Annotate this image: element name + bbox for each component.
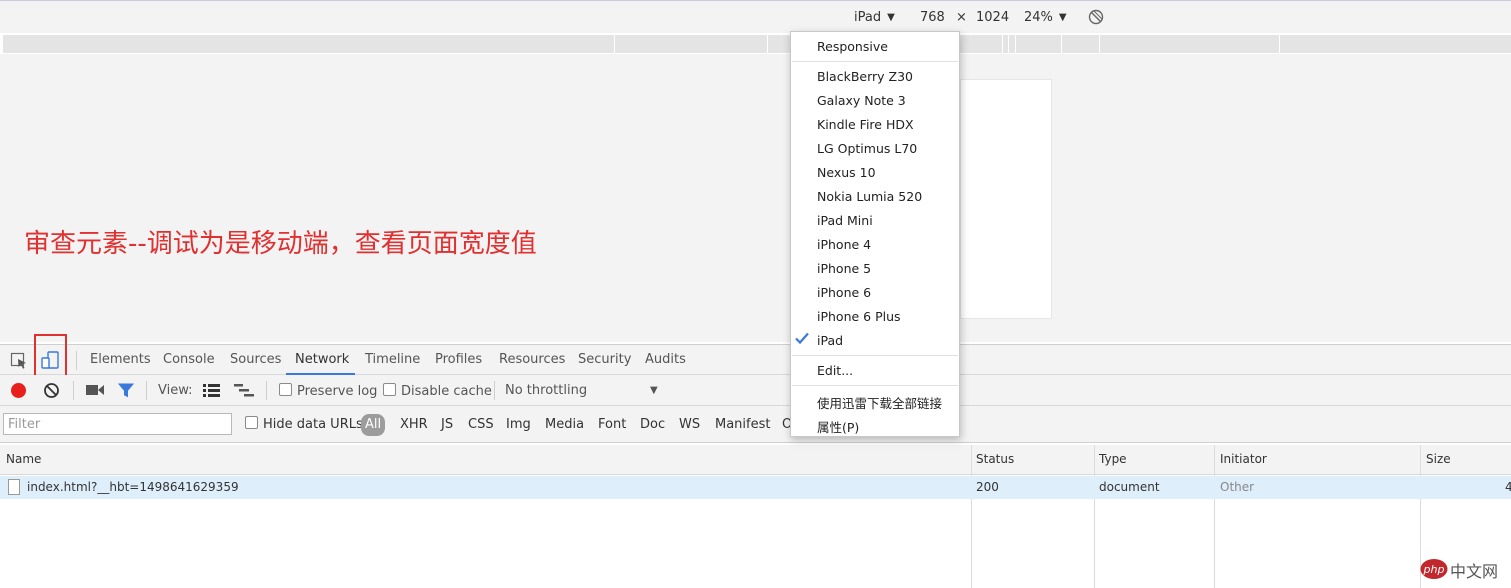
menu-item-blackberry-z30[interactable]: BlackBerry Z30 (817, 69, 913, 84)
menu-item-thunder-download[interactable]: 使用迅雷下载全部链接 (817, 393, 942, 412)
row-initiator: Other (1220, 480, 1255, 494)
filter-type-img[interactable]: Img (506, 417, 531, 432)
inspect-element-icon[interactable] (10, 352, 28, 370)
device-select-label: iPad (854, 10, 882, 25)
tab-sources[interactable]: Sources (230, 352, 281, 367)
device-dropdown-menu: Responsive BlackBerry Z30 Galaxy Note 3 … (790, 31, 960, 437)
highlight-box (34, 334, 67, 381)
menu-item-galaxy-note-3[interactable]: Galaxy Note 3 (817, 93, 906, 108)
row-status: 200 (976, 480, 999, 494)
width-input[interactable]: 768 (920, 10, 945, 25)
row-name: index.html?__hbt=1498641629359 (27, 480, 239, 494)
checkbox-box (383, 383, 396, 396)
preserve-log-label: Preserve log (297, 384, 378, 399)
column-size[interactable]: Size (1426, 452, 1451, 466)
hide-data-urls-label: Hide data URLs (263, 417, 363, 432)
disable-cache-label: Disable cache (401, 384, 492, 399)
throttling-caret-icon[interactable]: ▼ (650, 385, 658, 396)
list-view-icon[interactable] (203, 384, 220, 397)
watermark-logo: php 中文网 (1420, 557, 1508, 581)
filter-type-css[interactable]: CSS (468, 417, 494, 432)
row-type: document (1099, 480, 1160, 494)
menu-item-ipad[interactable]: iPad (817, 333, 843, 348)
menu-item-iphone-4[interactable]: iPhone 4 (817, 237, 871, 252)
tab-resources[interactable]: Resources (499, 352, 565, 367)
column-initiator[interactable]: Initiator (1220, 452, 1267, 466)
filter-type-ws[interactable]: WS (679, 417, 700, 432)
menu-item-iphone-6[interactable]: iPhone 6 (817, 285, 871, 300)
height-input[interactable]: 1024 (976, 10, 1009, 25)
device-select[interactable]: iPad ▼ (854, 10, 895, 25)
tab-elements[interactable]: Elements (90, 352, 151, 367)
menu-item-nokia-lumia-520[interactable]: Nokia Lumia 520 (817, 189, 922, 204)
caret-down-icon: ▼ (1058, 12, 1067, 23)
waterfall-view-icon[interactable] (234, 384, 254, 397)
zoom-label: 24% (1024, 10, 1053, 25)
filter-type-xhr[interactable]: XHR (400, 417, 428, 432)
rotate-icon[interactable] (1088, 9, 1104, 25)
column-type[interactable]: Type (1099, 452, 1127, 466)
hide-data-urls-checkbox[interactable]: Hide data URLs (245, 416, 363, 432)
video-camera-icon[interactable] (86, 384, 104, 396)
row-size: 4 (1505, 480, 1511, 494)
menu-item-ipad-mini[interactable]: iPad Mini (817, 213, 873, 228)
view-label: View: (158, 383, 193, 398)
filter-icon[interactable] (118, 383, 134, 398)
menu-item-kindle-fire-hdx[interactable]: Kindle Fire HDX (817, 117, 914, 132)
disable-cache-checkbox[interactable]: Disable cache (383, 383, 492, 399)
menu-item-iphone-5[interactable]: iPhone 5 (817, 261, 871, 276)
svg-text:php: php (1423, 563, 1445, 576)
device-screen (960, 79, 1052, 319)
device-toolbar: iPad ▼ 768 × 1024 24% ▼ (0, 0, 1511, 33)
preserve-log-checkbox[interactable]: Preserve log (279, 383, 377, 399)
filter-type-all[interactable]: All (361, 414, 386, 436)
tab-network[interactable]: Network (295, 352, 349, 367)
tab-console[interactable]: Console (163, 352, 215, 367)
tab-timeline[interactable]: Timeline (365, 352, 420, 367)
annotation-text: 审查元素--调试为是移动端，查看页面宽度值 (24, 229, 537, 259)
menu-item-nexus-10[interactable]: Nexus 10 (817, 165, 876, 180)
media-query-ruler[interactable] (3, 35, 1511, 53)
filter-type-media[interactable]: Media (545, 417, 584, 432)
watermark-text: 中文网 (1450, 562, 1499, 581)
throttling-select[interactable]: No throttling (505, 383, 587, 398)
caret-down-icon: ▼ (887, 12, 895, 23)
tab-security[interactable]: Security (578, 352, 631, 367)
filter-type-font[interactable]: Font (598, 417, 626, 432)
table-row[interactable]: index.html?__hbt=1498641629359 200 docum… (0, 476, 1511, 499)
table-header: Name Status Type Initiator Size (0, 445, 1511, 475)
document-file-icon (8, 479, 20, 495)
filter-bar: Hide data URLs All XHR JS CSS Img Media … (0, 406, 1511, 443)
filter-type-js[interactable]: JS (441, 417, 453, 432)
tab-audits[interactable]: Audits (645, 352, 686, 367)
checkmark-icon (795, 332, 809, 345)
menu-item-properties[interactable]: 属性(P) (817, 417, 859, 436)
clear-icon[interactable] (43, 382, 60, 399)
menu-item-iphone-6-plus[interactable]: iPhone 6 Plus (817, 309, 901, 324)
menu-item-edit[interactable]: Edit... (817, 363, 853, 378)
column-name[interactable]: Name (6, 452, 41, 466)
times-sign: × (956, 10, 967, 25)
network-toolbar: View: Preserve log Disable cache No thro… (0, 375, 1511, 406)
device-viewport (0, 54, 1511, 342)
filter-type-doc[interactable]: Doc (640, 417, 665, 432)
column-status[interactable]: Status (976, 452, 1014, 466)
checkbox-box (279, 383, 292, 396)
checkbox-box (245, 416, 258, 429)
filter-input[interactable] (3, 413, 232, 435)
menu-item-responsive[interactable]: Responsive (817, 39, 888, 54)
menu-item-lg-optimus-l70[interactable]: LG Optimus L70 (817, 141, 917, 156)
tab-profiles[interactable]: Profiles (435, 352, 482, 367)
record-icon[interactable] (10, 382, 27, 399)
zoom-select[interactable]: 24% ▼ (1024, 10, 1067, 25)
filter-type-manifest[interactable]: Manifest (715, 417, 770, 432)
devtools-tab-bar: Elements Console Sources Network Timelin… (0, 344, 1511, 375)
